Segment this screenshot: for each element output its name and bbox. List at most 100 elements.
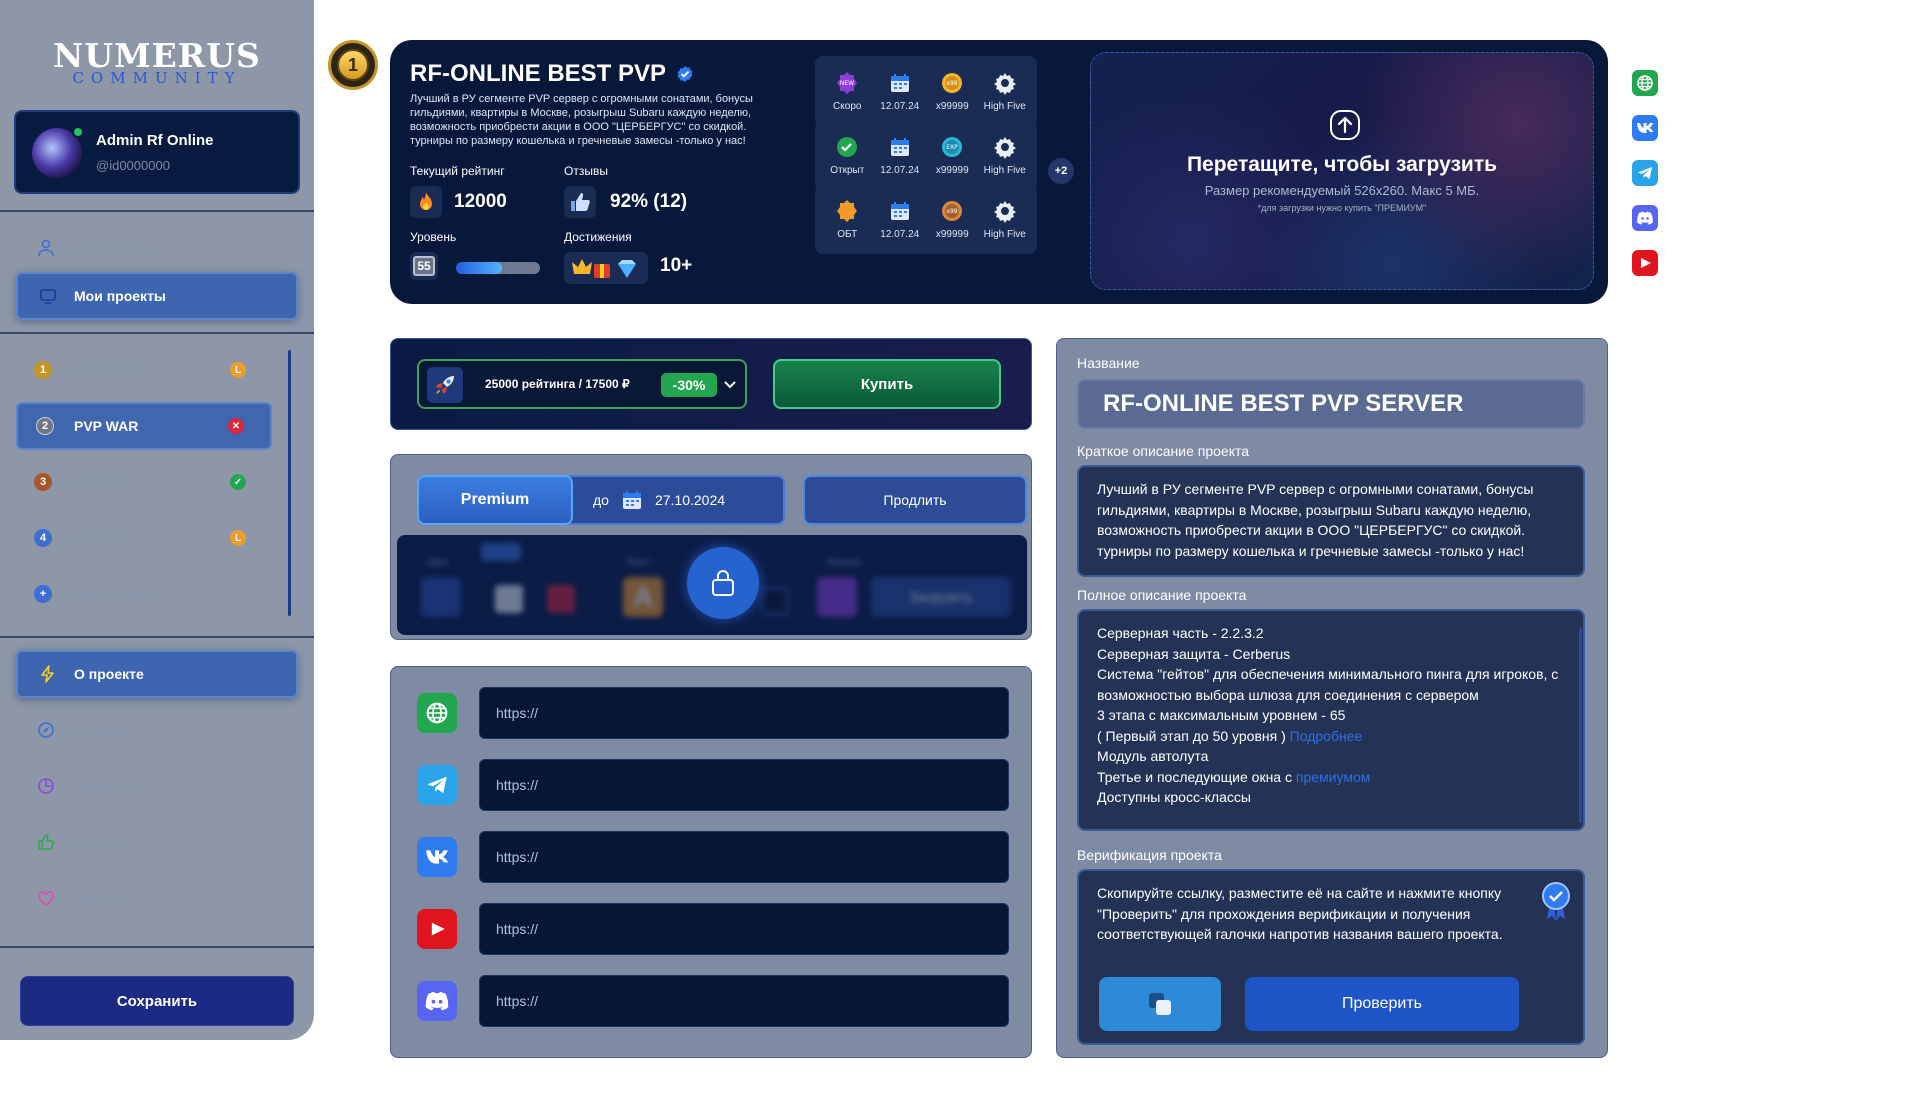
rate-badge-text: EXP <box>946 144 958 151</box>
project-label: PVP WAR <box>74 418 139 434</box>
calendar-icon <box>890 74 909 92</box>
vk-icon <box>417 837 457 877</box>
more-servers-badge[interactable]: +2 <box>1048 158 1074 184</box>
telegram-url-input[interactable]: https:// <box>479 759 1009 811</box>
upload-icon <box>1330 110 1360 140</box>
youtube-url-input[interactable]: https:// <box>479 903 1009 955</box>
verification-panel: Скопируйте ссылку, разместите её на сайт… <box>1077 869 1585 1045</box>
project-item[interactable]: 4 VP WAR L <box>16 514 272 562</box>
level-value: 55 <box>413 256 435 276</box>
vk-url-input[interactable]: https:// <box>479 831 1009 883</box>
nav-transitions[interactable]: Переходы <box>16 762 298 810</box>
locked-toggle <box>481 543 521 561</box>
server-type-label: High Five <box>983 165 1026 176</box>
extend-button[interactable]: Продлить <box>803 475 1027 525</box>
rate-badge-text: x99 <box>947 208 958 215</box>
project-item[interactable]: 3 VP WAR ✓ <box>16 458 272 506</box>
server-row[interactable]: Открыт 12.07.24 EXP x99999 High Five <box>815 120 1037 190</box>
project-name-input[interactable]: RF-ONLINE BEST PVP SERVER <box>1077 379 1585 429</box>
upload-subtitle: Размер рекомендуемый 526x260. Макс 5 МБ. <box>1204 183 1480 198</box>
discord-url-input[interactable]: https:// <box>479 975 1009 1027</box>
nav-servers[interactable]: Сервера <box>16 706 298 754</box>
verified-icon <box>677 66 693 82</box>
rating-label: Текущий рейтинг <box>410 164 505 178</box>
locked-swatch <box>421 577 461 617</box>
verified-badge-icon <box>1542 882 1570 921</box>
svg-text:NEW: NEW <box>840 80 854 87</box>
pending-status-icon: L <box>230 362 246 378</box>
link-row-discord: https:// <box>417 975 1009 1027</box>
save-button[interactable]: Сохранить <box>20 976 294 1026</box>
server-row[interactable]: NEW Скоро 12.07.24 x99 x99999 High Five <box>815 56 1037 126</box>
level-label: Уровень <box>410 230 457 244</box>
telegram-icon[interactable] <box>1632 160 1658 186</box>
discord-icon[interactable] <box>1632 205 1658 231</box>
gear-icon <box>993 137 1016 159</box>
nav-my-data[interactable]: Мои данные <box>16 224 298 272</box>
profile-card[interactable]: Admin Rf Online @id0000000 <box>14 110 300 194</box>
logo[interactable]: NUMERUS COMMUNITY <box>0 38 314 88</box>
nav-label: О проекте <box>74 666 144 682</box>
project-item[interactable]: 2 PVP WAR ✕ <box>16 402 272 450</box>
description-scrollbar[interactable] <box>1579 627 1582 823</box>
server-row[interactable]: ОБТ 12.07.24 x99 x99999 High Five <box>815 184 1037 254</box>
buy-button[interactable]: Купить <box>773 359 1001 409</box>
website-url-input[interactable]: https:// <box>479 687 1009 739</box>
premium-until-label: до <box>593 492 609 508</box>
divider <box>0 210 314 212</box>
rate-badge-icon: x99 <box>942 201 963 221</box>
locked-swatch <box>761 587 789 615</box>
project-item[interactable]: 1 NEXT PVP L <box>16 346 272 394</box>
locked-label: Текст <box>625 557 651 568</box>
youtube-icon[interactable] <box>1632 250 1658 276</box>
copy-button[interactable] <box>1099 977 1221 1031</box>
verification-text: Скопируйте ссылку, разместите её на сайт… <box>1097 885 1503 942</box>
banner-upload-dropzone[interactable]: Перетащите, чтобы загрузить Размер реком… <box>1090 52 1594 290</box>
chevron-down-icon[interactable] <box>723 377 737 391</box>
nav-label: Мои проекты <box>74 288 166 304</box>
full-description-line: ( Первый этап до 50 уровня ) Подробнее <box>1097 726 1565 747</box>
project-number: 4 <box>34 529 52 547</box>
details-link[interactable]: Подробнее <box>1290 728 1363 744</box>
server-status-label: ОБТ <box>837 229 858 240</box>
nav-about-project[interactable]: О проекте <box>16 650 298 698</box>
premium-button[interactable]: Premium <box>417 475 573 525</box>
server-rate: x99 x99999 <box>928 198 976 240</box>
server-rate-label: x99999 <box>935 229 969 240</box>
server-type: High Five <box>981 134 1029 176</box>
rating-word: рейтинга <box>521 377 576 391</box>
globe-icon <box>417 693 457 733</box>
project-number: 2 <box>36 417 54 435</box>
nav-reviews[interactable]: Отзывы <box>16 818 298 866</box>
server-status-label: Скоро <box>833 101 862 112</box>
new-project-item[interactable]: + Новый проект <box>16 570 272 618</box>
thumbs-up-icon <box>564 186 596 218</box>
locked-swatch <box>547 585 575 613</box>
projects-scrollbar[interactable] <box>288 350 291 616</box>
premium-link[interactable]: премиумом <box>1296 769 1370 785</box>
locked-text-style: A <box>623 577 663 617</box>
nav-votes[interactable]: Голоса <box>16 874 298 922</box>
full-description-line: Система "гейтов" для обеспечения минимал… <box>1097 666 1559 703</box>
link-row-vk: https:// <box>417 831 1009 883</box>
server-type-label: High Five <box>983 229 1026 240</box>
locked-swatch <box>495 585 523 613</box>
short-description-textarea[interactable]: Лучший в РУ сегменте PVP сервер с огромн… <box>1077 465 1585 577</box>
level-progress-bar <box>456 262 540 274</box>
sidebar: NUMERUS COMMUNITY Admin Rf Online @id000… <box>0 0 314 1040</box>
full-description-textarea[interactable]: Серверная часть - 2.2.3.2 Серверная защи… <box>1077 609 1585 831</box>
rank-badge: 1 <box>328 40 378 90</box>
divider <box>0 946 314 948</box>
youtube-icon <box>417 909 457 949</box>
globe-icon[interactable] <box>1632 70 1658 96</box>
check-button[interactable]: Проверить <box>1245 977 1519 1031</box>
level-badge: 55 <box>410 252 438 280</box>
server-status: Открыт <box>823 134 871 176</box>
rating-package-select[interactable]: 25000 рейтинга / 17500 ₽ -30% <box>417 359 747 409</box>
rate-badge-icon: x99 <box>942 73 963 93</box>
monitor-icon <box>40 289 56 304</box>
nav-my-projects[interactable]: Мои проекты <box>16 272 298 320</box>
vk-icon[interactable] <box>1632 115 1658 141</box>
server-date: 12.07.24 <box>876 198 924 240</box>
nav-label: Мои данные <box>72 240 153 256</box>
